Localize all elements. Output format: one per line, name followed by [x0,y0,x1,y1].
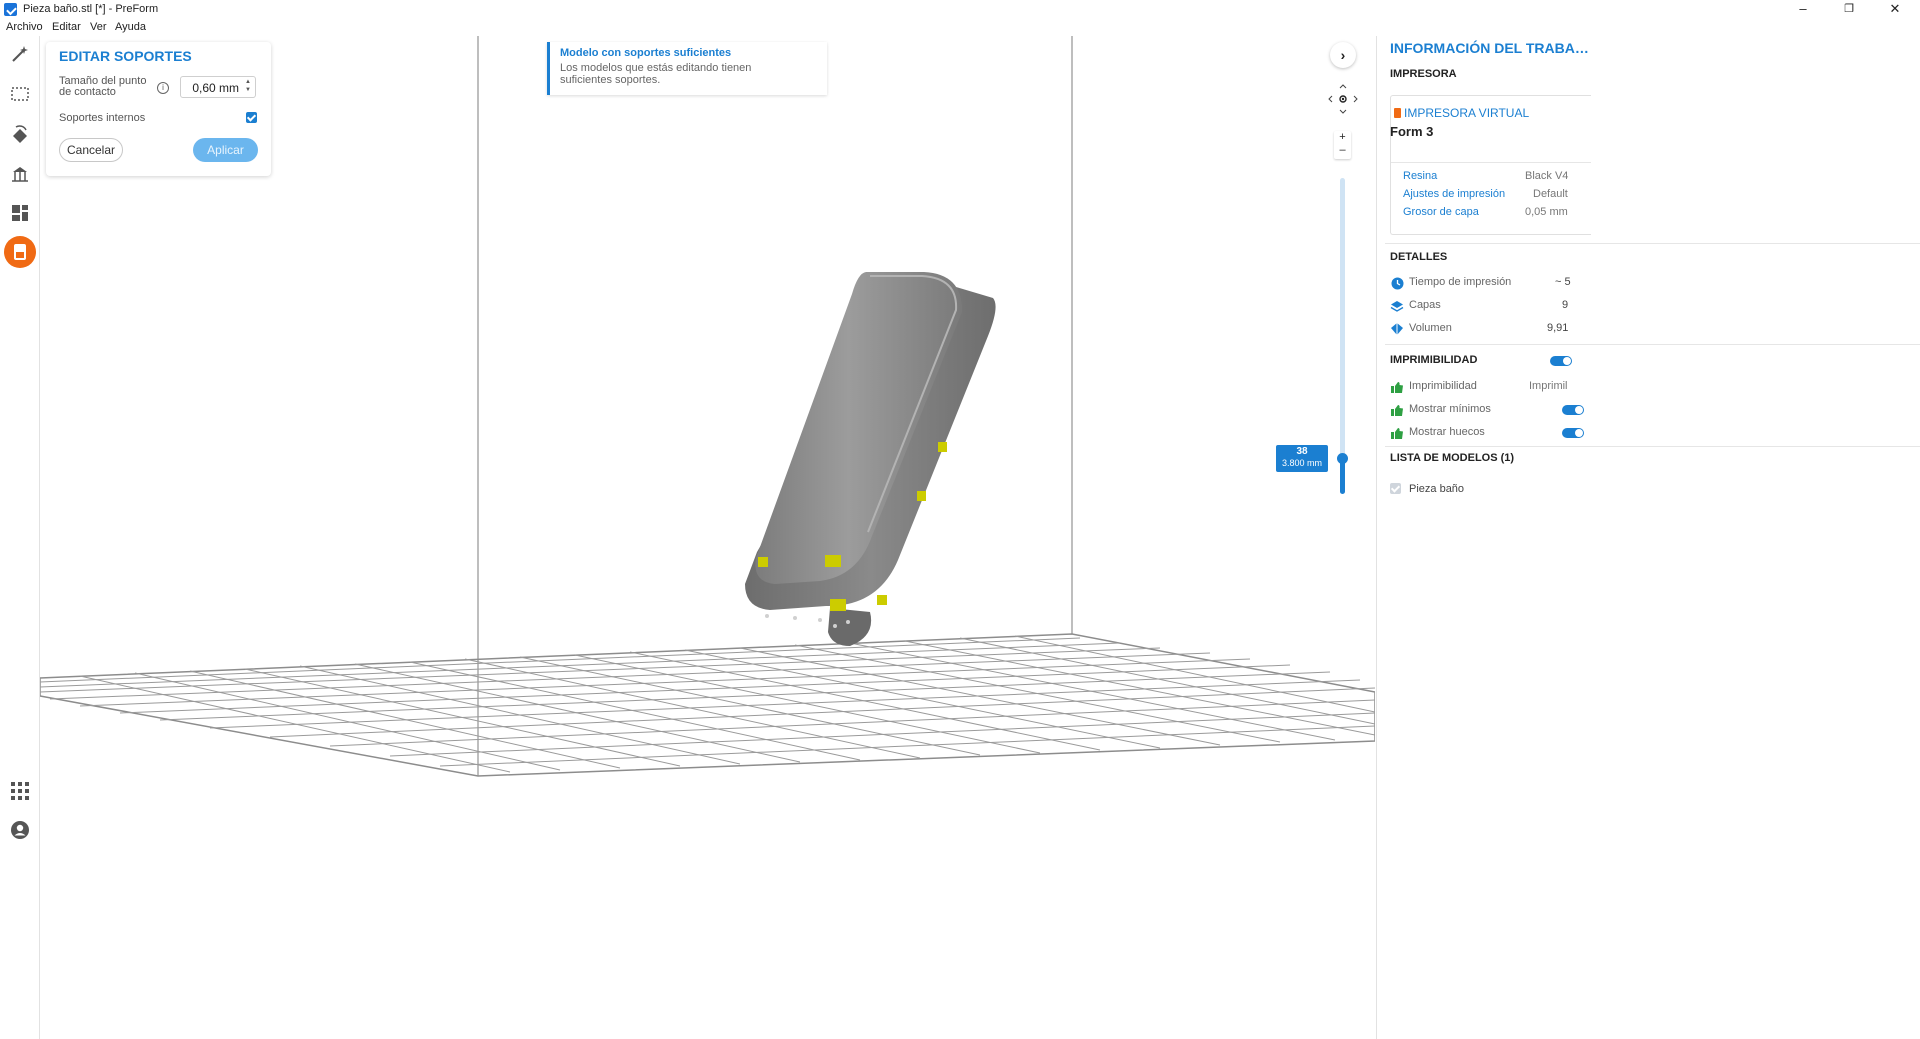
contact-point-label: Tamaño del punto de contacto [59,75,147,98]
volume-value: 9,91 [1547,322,1569,334]
resin-label[interactable]: Resina [1403,170,1437,182]
notice-title: Modelo con soportes suficientes [560,47,732,59]
account-icon[interactable] [8,818,32,842]
show-holes-label: Mostrar huecos [1409,426,1485,438]
printability-value: Imprimil [1529,380,1568,392]
layers-label: Capas [1409,299,1441,311]
show-minimums-label: Mostrar mínimos [1409,403,1491,415]
title-bar: Pieza baño.stl [*] - PreForm – ❐ ✕ [0,0,1920,20]
layout-icon[interactable] [8,201,32,225]
zoom-out-button[interactable]: – [1334,144,1351,157]
window-title: Pieza baño.stl [*] - PreForm [23,3,159,15]
edit-supports-panel: EDITAR SOPORTES Tamaño del punto de cont… [46,42,271,176]
layers-icon [1390,299,1404,313]
printer-card-divider [1391,162,1591,163]
print-settings-label[interactable]: Ajustes de impresión [1403,188,1505,200]
minimize-button[interactable]: – [1780,0,1826,20]
supports-tool-icon[interactable] [8,162,32,186]
virtual-printer-icon [1394,108,1401,118]
volume-icon [1390,322,1404,336]
volume-label: Volumen [1409,322,1452,334]
printability-toggle[interactable] [1550,356,1572,366]
contact-point-stepper[interactable]: ▲ ▼ [245,78,251,94]
print-settings-value: Default [1533,188,1568,200]
info-icon[interactable]: i [157,82,169,94]
pan-control[interactable] [1324,80,1362,118]
maximize-button[interactable]: ❐ [1826,0,1872,20]
printer-section-title: IMPRESORA [1390,68,1457,80]
thumbs-up-icon [1390,426,1404,440]
menu-editar[interactable]: Editar [52,21,81,33]
collapse-panel-button[interactable]: › [1330,42,1356,68]
apply-button[interactable]: Aplicar [193,138,258,162]
print-job-icon[interactable] [4,236,36,268]
select-box-icon[interactable] [8,82,32,106]
preform-app-icon [4,3,17,16]
internal-supports-label: Soportes internos [59,112,146,124]
section-divider [1385,344,1920,345]
apps-grid-icon[interactable] [8,779,32,803]
print-time-value: ~ 5 [1555,276,1571,288]
menu-ver[interactable]: Ver [90,21,107,33]
layer-slider-track[interactable] [1340,178,1345,494]
magic-wand-icon[interactable] [8,42,32,66]
printer-name: Form 3 [1390,124,1434,139]
support-status-notice: Modelo con soportes suficientes Los mode… [547,42,827,95]
close-button[interactable]: ✕ [1872,0,1918,20]
layer-indicator: 38 3.800 mm [1276,445,1328,472]
print-time-label: Tiempo de impresión [1409,276,1512,288]
orient-icon[interactable] [8,122,32,146]
show-holes-toggle[interactable] [1562,428,1584,438]
3d-viewport[interactable] [40,36,1375,1039]
menu-archivo[interactable]: Archivo [6,21,43,33]
layers-value: 9 [1562,299,1569,311]
zoom-in-button[interactable]: + [1334,131,1351,144]
menu-ayuda[interactable]: Ayuda [115,21,146,33]
model-name[interactable]: Pieza baño [1409,483,1464,495]
menu-bar: Archivo Editar Ver Ayuda [0,20,1920,36]
cancel-button[interactable]: Cancelar [59,138,123,162]
clock-icon [1390,276,1404,290]
resin-value: Black V4 [1525,170,1569,182]
left-toolbar [0,36,40,1039]
layer-number: 38 [1296,446,1308,457]
notice-body: Los modelos que estás editando tienen su… [560,62,752,86]
printability-section-title: IMPRIMIBILIDAD [1390,354,1478,366]
panel-title: EDITAR SOPORTES [59,48,192,64]
show-minimums-toggle[interactable] [1562,405,1584,415]
layer-slider-handle[interactable] [1337,453,1348,464]
layer-height: 3.800 mm [1281,458,1323,468]
section-divider [1385,446,1920,447]
details-section-title: DETALLES [1390,251,1448,263]
job-info-title: INFORMACIÓN DEL TRABA… [1390,40,1589,56]
model-checkbox[interactable] [1390,483,1401,494]
section-divider [1385,243,1920,244]
layer-thickness-label[interactable]: Grosor de capa [1403,206,1479,218]
build-volume-scene [40,36,1375,777]
job-info-panel: INFORMACIÓN DEL TRABA… IMPRESORA IMPRESO… [1376,36,1920,1039]
models-section-title: LISTA DE MODELOS (1) [1390,452,1515,464]
thumbs-up-icon [1390,380,1404,394]
zoom-control: + – [1334,131,1351,159]
thumbs-up-icon [1390,403,1404,417]
printability-label: Imprimibilidad [1409,380,1477,392]
layer-thickness-value: 0,05 mm [1525,206,1568,218]
internal-supports-checkbox[interactable] [246,112,257,123]
printer-type: IMPRESORA VIRTUAL [1404,106,1530,120]
